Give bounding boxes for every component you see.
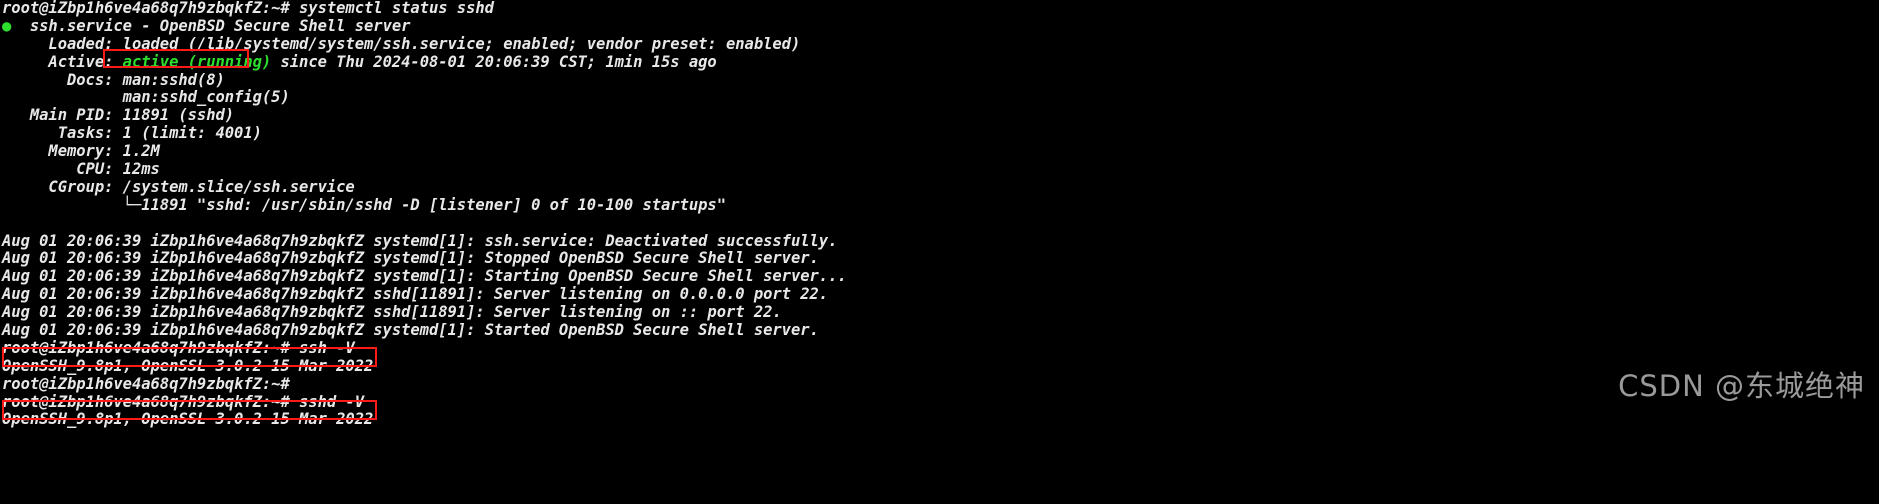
docs-line-1: Docs: man:sshd(8): [2, 70, 225, 89]
active-line: Active: active (running) since Thu 2024-…: [0, 52, 1879, 72]
log-line-deactivated: Aug 01 20:06:39 iZbp1h6ve4a68q7h9zbqkfZ …: [2, 231, 838, 250]
active-status-value: active (running): [122, 52, 272, 71]
cgroup-line: CGroup: /system.slice/ssh.service: [2, 177, 355, 196]
csdn-watermark: CSDN @东城绝神: [1618, 369, 1865, 403]
active-label: Active:: [2, 52, 123, 71]
main-pid-line: Main PID: 11891 (sshd): [2, 106, 235, 125]
command-line-systemctl-status: root@iZbp1h6ve4a68q7h9zbqkfZ:~# systemct…: [2, 0, 494, 17]
terminal-window[interactable]: root@iZbp1h6ve4a68q7h9zbqkfZ:~# systemct…: [0, 0, 1879, 504]
cpu-line: CPU: 12ms: [2, 160, 160, 179]
memory-line: Memory: 1.2M: [2, 142, 160, 161]
cgroup-process-line: └─11891 "sshd: /usr/sbin/sshd -D [listen…: [2, 195, 726, 214]
active-since-text: since Thu 2024-08-01 20:06:39 CST; 1min …: [271, 52, 717, 71]
prompt-line-empty: root@iZbp1h6ve4a68q7h9zbqkfZ:~#: [2, 374, 290, 393]
log-line-listening-ipv4: Aug 01 20:06:39 iZbp1h6ve4a68q7h9zbqkfZ …: [2, 285, 829, 304]
service-header-line: ● ssh.service - OpenBSD Secure Shell ser…: [0, 16, 1879, 36]
tasks-line: Tasks: 1 (limit: 4001): [2, 124, 262, 143]
command-line-sshd-version: root@iZbp1h6ve4a68q7h9zbqkfZ:~# sshd -V: [2, 392, 364, 411]
log-line-started: Aug 01 20:06:39 iZbp1h6ve4a68q7h9zbqkfZ …: [2, 321, 819, 340]
service-header-text: ssh.service - OpenBSD Secure Shell serve…: [11, 16, 411, 35]
output-sshd-version: OpenSSH_9.8p1, OpenSSL 3.0.2 15 Mar 2022: [2, 410, 374, 429]
log-line-starting: Aug 01 20:06:39 iZbp1h6ve4a68q7h9zbqkfZ …: [2, 267, 847, 286]
status-bullet-icon: ●: [2, 16, 12, 35]
log-line-listening-ipv6: Aug 01 20:06:39 iZbp1h6ve4a68q7h9zbqkfZ …: [2, 303, 782, 322]
loaded-line: Loaded: loaded (/lib/systemd/system/ssh.…: [2, 34, 801, 53]
log-line-stopped: Aug 01 20:06:39 iZbp1h6ve4a68q7h9zbqkfZ …: [2, 249, 819, 268]
docs-line-2: man:sshd_config(5): [2, 88, 290, 107]
output-ssh-version: OpenSSH_9.8p1, OpenSSL 3.0.2 15 Mar 2022: [2, 356, 374, 375]
command-line-ssh-version: root@iZbp1h6ve4a68q7h9zbqkfZ:~# ssh -V: [2, 338, 355, 357]
